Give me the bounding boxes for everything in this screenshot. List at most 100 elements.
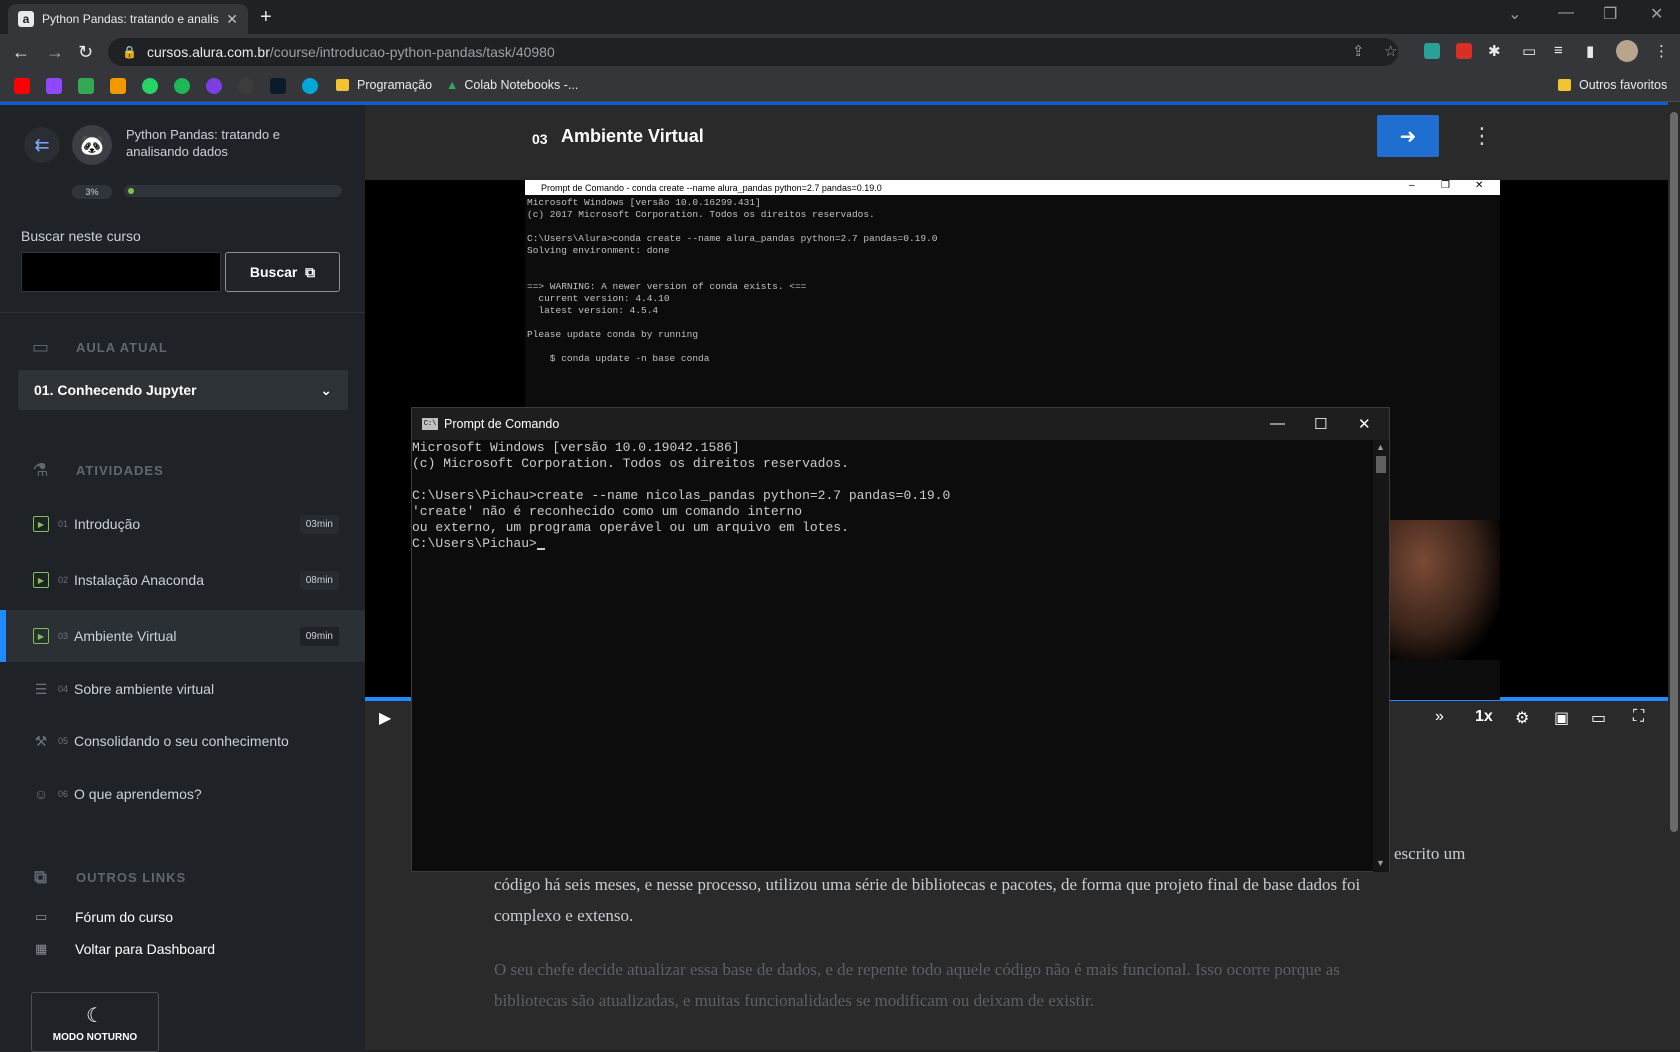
bookmark-purple-icon[interactable] (206, 78, 222, 94)
close-tab-icon[interactable]: ✕ (226, 11, 238, 28)
twitch-bookmark-icon[interactable] (46, 78, 62, 94)
tab-title: Python Pandas: tratando e analis (42, 12, 219, 26)
book-icon: ▭ (31, 337, 50, 357)
media-control-icon[interactable]: ≡ (1554, 42, 1563, 59)
skip-forward-icon[interactable]: » (1435, 708, 1444, 726)
video-icon: ▶ (33, 572, 49, 588)
forum-link[interactable]: ▭ Fórum do curso (35, 909, 173, 925)
bookmarks-bar: Programação ▲ Colab Notebooks -... Outros… (0, 70, 1680, 102)
article-text: escrito um (1394, 844, 1466, 863)
chrome-menu-icon[interactable]: ⋮ (1654, 42, 1669, 60)
browser-toolbar: ← → ↻ 🔒 cursos.alura.com.br /course/intr… (0, 34, 1680, 70)
address-bar[interactable]: 🔒 cursos.alura.com.br /course/introducao… (108, 38, 1398, 66)
play-icon[interactable]: ▶ (379, 708, 391, 728)
page-scrollbar[interactable] (1668, 102, 1680, 1050)
other-links-header: ⧉ OUTROS LINKS (30, 867, 186, 888)
activity-item[interactable]: ☺ 06 O que aprendemos? (0, 768, 365, 820)
alura-bookmark-icon[interactable] (270, 78, 286, 94)
lesson-header: 03 Ambiente Virtual ➜ ⋮ (365, 105, 1668, 173)
profile-avatar[interactable] (1616, 40, 1638, 62)
close-icon[interactable]: ✕ (1358, 415, 1371, 433)
spotify-bookmark-icon[interactable] (174, 78, 190, 94)
minimize-icon: – (1409, 180, 1415, 191)
chevron-down-icon: ⌄ (320, 381, 332, 398)
scroll-up-icon[interactable]: ▲ (1376, 442, 1385, 452)
article-text: bibliotecas são atualizadas, e muitas fu… (494, 991, 1095, 1010)
cmd-output[interactable]: Microsoft Windows [versão 10.0.19042.158… (412, 440, 1389, 536)
search-input[interactable] (21, 252, 221, 292)
reload-icon[interactable]: ↻ (78, 42, 93, 63)
more-options-icon[interactable]: ⋮ (1471, 123, 1493, 149)
activity-item-current[interactable]: ▶ 03 Ambiente Virtual 09min (0, 610, 365, 662)
back-icon[interactable]: ← (12, 42, 30, 63)
scrollbar-thumb[interactable] (1670, 112, 1678, 832)
next-lesson-button[interactable]: ➜ (1377, 115, 1439, 157)
dashboard-link[interactable]: ▦ Voltar para Dashboard (35, 941, 215, 957)
night-mode-button[interactable]: ☾ MODO NOTURNO (31, 992, 159, 1052)
restore-icon[interactable]: ❐ (1603, 4, 1617, 24)
maximize-icon[interactable]: ☐ (1314, 415, 1327, 433)
duration-badge: 08min (299, 570, 339, 590)
picture-in-picture-icon[interactable]: ▣ (1554, 708, 1569, 728)
dashboard-icon: ▦ (35, 941, 48, 956)
video-console-output: Microsoft Windows [versão 10.0.16299.431… (527, 197, 938, 364)
cast-icon[interactable]: ▭ (1522, 42, 1536, 60)
activity-item[interactable]: ▶ 01 Introdução 03min (0, 498, 365, 550)
browser-tab[interactable]: a Python Pandas: tratando e analis ✕ (8, 4, 248, 34)
extensions-puzzle-icon[interactable]: ✱ (1488, 42, 1501, 60)
command-prompt-window[interactable]: C:\ Prompt de Comando — ☐ ✕ Microsoft Wi… (411, 407, 1390, 872)
cmd-scrollbar[interactable]: ▲ ▼ (1373, 440, 1389, 872)
lesson-select[interactable]: 01. Conhecendo Jupyter ⌄ (18, 370, 348, 410)
url-host: cursos.alura.com.br (146, 44, 270, 60)
article-text: complexo e extenso. (494, 906, 634, 925)
close-window-icon[interactable]: ✕ (1650, 4, 1663, 24)
tools-icon: ⚒ (34, 732, 48, 749)
adblock-extension-icon[interactable] (1456, 43, 1472, 59)
search-button[interactable]: Buscar ⧉ (225, 252, 340, 292)
bookmark-blue-icon[interactable] (302, 78, 318, 94)
cmd-prompt-line[interactable]: C:\Users\Pichau> (412, 536, 1389, 552)
theater-mode-icon[interactable]: ▭ (1591, 708, 1606, 728)
progress-fill (128, 188, 134, 194)
meet-bookmark-icon[interactable] (78, 78, 94, 94)
current-lesson-header: ▭ AULA ATUAL (31, 337, 168, 357)
minimize-icon[interactable]: — (1558, 4, 1574, 22)
search-label: Buscar neste curso (21, 228, 141, 244)
chat-icon: ▭ (35, 909, 48, 924)
cmd-icon: C:\ (422, 418, 438, 430)
cmd-scroll-thumb[interactable] (1376, 456, 1386, 473)
other-bookmarks[interactable]: Outros favoritos (1558, 78, 1667, 92)
folder-icon (336, 79, 349, 91)
forward-icon[interactable]: → (46, 42, 64, 63)
bookmark-colab[interactable]: ▲ Colab Notebooks -... (446, 78, 578, 92)
course-sidebar: ⇇ 🐼 Python Pandas: tratando e analisando… (0, 105, 365, 1052)
share-icon[interactable]: ⇪ (1352, 42, 1365, 60)
fullscreen-icon[interactable]: ⛶ (1633, 708, 1644, 726)
settings-gear-icon[interactable]: ⚙ (1515, 708, 1529, 728)
github-bookmark-icon[interactable] (238, 78, 254, 94)
tab-search-icon[interactable]: ⌄ (1508, 4, 1521, 24)
bookmark-folder-programacao[interactable]: Programação (336, 78, 432, 92)
bookmark-star-icon[interactable]: ☆ (1384, 42, 1397, 60)
bookmark-icon[interactable] (110, 78, 126, 94)
youtube-bookmark-icon[interactable] (14, 78, 30, 94)
course-logo: 🐼 (72, 125, 112, 165)
extension-icon[interactable] (1424, 43, 1440, 59)
activity-item[interactable]: ▶ 02 Instalação Anaconda 08min (0, 554, 365, 606)
person-check-icon: ☺ (33, 786, 49, 802)
playback-speed[interactable]: 1x (1475, 708, 1493, 726)
cmd-titlebar[interactable]: C:\ Prompt de Comando — ☐ ✕ (412, 408, 1389, 440)
side-panel-icon[interactable]: ▮ (1586, 42, 1594, 60)
folder-icon (1558, 79, 1571, 91)
close-icon: ✕ (1475, 180, 1484, 191)
activity-item[interactable]: ⚒ 05 Consolidando o seu conhecimento (0, 715, 365, 767)
browser-tabstrip: a Python Pandas: tratando e analis ✕ + ⌄… (0, 0, 1680, 34)
whatsapp-bookmark-icon[interactable] (142, 78, 158, 94)
new-tab-button[interactable]: + (260, 6, 272, 29)
divider (0, 312, 365, 313)
activity-item[interactable]: ☰ 04 Sobre ambiente virtual (0, 663, 365, 715)
collapse-sidebar-icon[interactable]: ⇇ (24, 127, 60, 163)
minimize-icon[interactable]: — (1270, 415, 1285, 432)
activities-header: ⚗ ATIVIDADES (30, 460, 164, 481)
scroll-down-icon[interactable]: ▼ (1376, 858, 1385, 868)
